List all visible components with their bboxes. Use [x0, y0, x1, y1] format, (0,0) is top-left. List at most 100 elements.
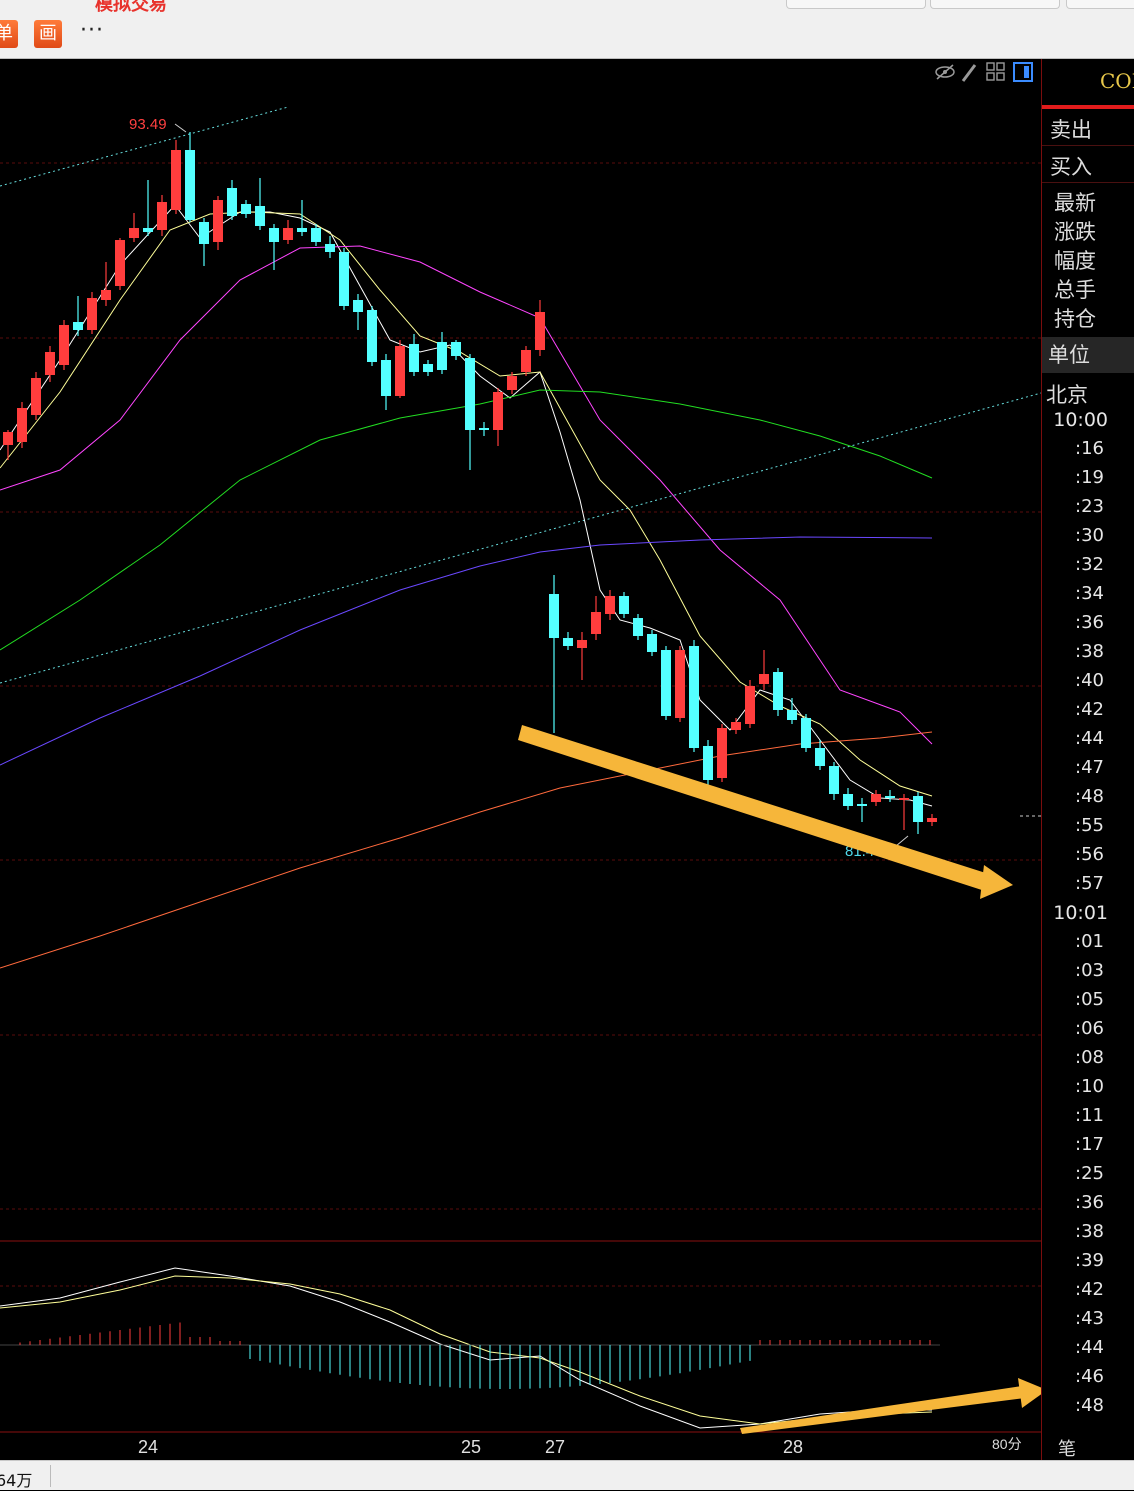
- tick-time: :40: [1075, 670, 1104, 691]
- tick-time: :48: [1075, 1395, 1104, 1416]
- candle-body: [3, 432, 13, 445]
- candle-body: [493, 392, 503, 430]
- candle-body: [661, 650, 671, 716]
- candle-body: [227, 188, 237, 216]
- candle-body: [787, 710, 797, 720]
- tick-time: :08: [1075, 1047, 1104, 1068]
- quote-label-volume: 总手: [1054, 278, 1096, 302]
- tick-time: :42: [1075, 1279, 1104, 1300]
- quote-label-range: 幅度: [1054, 249, 1096, 273]
- candle-body: [171, 150, 181, 210]
- quote-labels: 最新 涨跌 幅度 总手 持仓: [1054, 189, 1096, 334]
- draw-button[interactable]: 画: [34, 20, 62, 48]
- candle-body: [605, 596, 615, 614]
- pencil-icon[interactable]: [961, 64, 977, 82]
- chart-tool-icons: [935, 62, 1033, 82]
- period-label: 80分: [992, 1436, 1022, 1452]
- candle-body: [549, 594, 559, 638]
- tick-time: :03: [1075, 960, 1104, 981]
- tick-time: 10:01: [1053, 902, 1108, 924]
- tick-time: :23: [1075, 496, 1104, 517]
- panel-toggle-icon[interactable]: [1013, 62, 1033, 82]
- candle-body: [703, 746, 713, 780]
- candle-body: [101, 290, 111, 300]
- candle-body: [591, 612, 601, 634]
- more-button[interactable]: ···: [80, 20, 104, 42]
- candle-body: [451, 342, 461, 356]
- order-button[interactable]: 单: [0, 20, 18, 48]
- candle-body: [927, 818, 937, 822]
- candle-body: [507, 376, 517, 390]
- candle-body: [829, 766, 839, 794]
- candle-body: [255, 206, 265, 226]
- candle-body: [577, 640, 587, 648]
- top-tab-1[interactable]: [786, 0, 926, 9]
- grid-layout-icon[interactable]: [986, 62, 1005, 81]
- tick-time: :32: [1075, 554, 1104, 575]
- candle-body: [409, 344, 419, 372]
- chart-canvas[interactable]: 93.49 81.43 24 25 27 28 80分: [0, 59, 1041, 1460]
- candle-body: [717, 728, 727, 778]
- x-axis-label: 25: [461, 1437, 481, 1457]
- tick-time: :48: [1075, 786, 1104, 807]
- candle-body: [157, 202, 167, 230]
- candle-body: [59, 325, 69, 365]
- timezone-label: 北京: [1046, 383, 1088, 407]
- candle-body: [843, 794, 853, 806]
- candle-body: [479, 428, 489, 430]
- candle-body: [115, 240, 125, 286]
- low-pointer: [895, 835, 909, 847]
- tick-time: :43: [1075, 1308, 1104, 1329]
- ma20-line: [0, 245, 933, 745]
- quote-panel: CON 卖出 买入 最新 涨跌 幅度 总手 持仓 单位 北京 10:00:16:…: [1041, 59, 1134, 1460]
- tick-time: :55: [1075, 815, 1104, 836]
- macd-panel: [0, 1267, 940, 1429]
- candle-body: [395, 346, 405, 396]
- candle-body: [647, 634, 657, 652]
- candle-body: [213, 200, 223, 242]
- candle-body: [619, 596, 629, 614]
- tick-time: :44: [1075, 728, 1104, 749]
- trade-detail-tab[interactable]: 笔: [1058, 1435, 1076, 1461]
- candle-body: [73, 322, 83, 330]
- tick-time: :19: [1075, 467, 1104, 488]
- candle-body: [381, 360, 391, 396]
- hide-eye-icon[interactable]: [935, 64, 955, 80]
- downtrend-arrow: [518, 725, 1013, 899]
- tick-time: :05: [1075, 989, 1104, 1010]
- top-tab-2[interactable]: [930, 0, 1060, 9]
- candle-body: [241, 204, 251, 214]
- candle-body: [31, 378, 41, 415]
- candle-body: [325, 244, 335, 252]
- candle-body: [773, 672, 783, 710]
- tick-time: :38: [1075, 641, 1104, 662]
- tick-time: :25: [1075, 1163, 1104, 1184]
- kline-chart[interactable]: 93.49 81.43 24 25 27 28 80分: [0, 59, 1041, 1460]
- candlesticks: [3, 132, 937, 834]
- tick-time: :16: [1075, 438, 1104, 459]
- candle-body: [801, 718, 811, 748]
- high-price-label: 93.49: [129, 116, 167, 133]
- tick-time: :34: [1075, 583, 1104, 604]
- top-tab-3[interactable]: [1066, 0, 1134, 9]
- candle-body: [857, 804, 867, 806]
- candle-body: [129, 228, 139, 238]
- moving-averages: [0, 204, 933, 969]
- candle-body: [633, 618, 643, 636]
- buy-row[interactable]: 买入: [1042, 151, 1134, 183]
- tick-time: :46: [1075, 1366, 1104, 1387]
- candle-body: [269, 228, 279, 242]
- tick-time: :10: [1075, 1076, 1104, 1097]
- candle-body: [885, 796, 895, 798]
- sell-row[interactable]: 卖出: [1042, 114, 1134, 146]
- tick-time: :36: [1075, 612, 1104, 633]
- tick-time: :36: [1075, 1192, 1104, 1213]
- candle-body: [745, 686, 755, 724]
- chart-grid: [0, 162, 1041, 1287]
- tick-time: :06: [1075, 1018, 1104, 1039]
- contract-header: CON: [1042, 59, 1134, 109]
- candle-body: [871, 794, 881, 802]
- toolbar-title: 模拟交易: [95, 0, 167, 15]
- candle-body: [87, 298, 97, 330]
- tick-time: :44: [1075, 1337, 1104, 1358]
